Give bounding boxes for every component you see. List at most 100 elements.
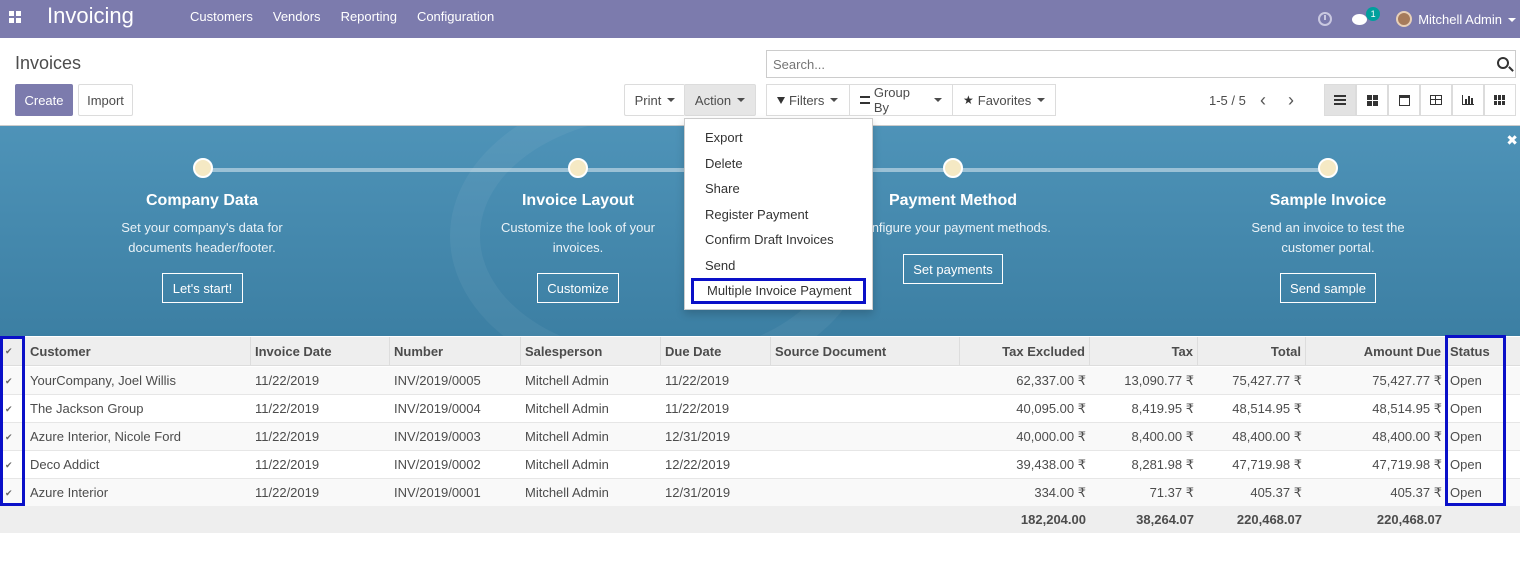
row-checkbox[interactable]: ✔ — [5, 376, 15, 386]
cell-total: 47,719.98 ₹ — [1232, 457, 1302, 472]
set-payments-button[interactable]: Set payments — [903, 254, 1003, 284]
menu-vendors[interactable]: Vendors — [263, 0, 331, 38]
cell-due-date: 12/31/2019 — [665, 429, 731, 444]
import-button[interactable]: Import — [78, 84, 133, 116]
table-row[interactable]: ✔ The Jackson Group 11/22/2019 INV/2019/000… — [0, 395, 1520, 423]
row-checkbox[interactable]: ✔ — [5, 488, 15, 498]
search-icon[interactable] — [1497, 57, 1509, 69]
action-button[interactable]: Action — [684, 84, 756, 116]
app-title: Invoicing — [47, 3, 134, 28]
send-sample-button[interactable]: Send sample — [1280, 273, 1376, 303]
groupby-button[interactable]: Group By — [849, 84, 953, 116]
cell-source-document — [771, 367, 960, 395]
column-status[interactable]: Status — [1446, 337, 1520, 366]
bar-chart-icon — [1462, 95, 1474, 105]
cell-source-document — [771, 423, 960, 451]
column-due-date[interactable]: Due Date — [661, 337, 771, 366]
menu-item-delete[interactable]: Delete — [685, 151, 872, 177]
cell-due-date: 11/22/2019 — [665, 373, 730, 388]
pager-next-icon[interactable]: › — [1288, 90, 1294, 111]
menu-item-multiple-invoice-payment[interactable]: Multiple Invoice Payment — [691, 278, 866, 304]
cell-amount-due: 48,400.00 ₹ — [1372, 429, 1442, 444]
create-button[interactable]: Create — [15, 84, 73, 116]
menu-item-confirm-draft-invoices[interactable]: Confirm Draft Invoices — [685, 227, 872, 253]
cell-customer: Azure Interior — [30, 485, 109, 500]
table-row[interactable]: ✔ Deco Addict 11/22/2019 INV/2019/0002 Mitch… — [0, 451, 1520, 479]
menu-item-register-payment[interactable]: Register Payment — [685, 202, 872, 228]
select-all-checkbox[interactable]: ✔ — [5, 346, 15, 356]
row-checkbox[interactable]: ✔ — [5, 460, 15, 470]
column-amount-due[interactable]: Amount Due — [1306, 337, 1446, 366]
column-tax-excluded[interactable]: Tax Excluded — [960, 337, 1090, 366]
apps-menu-icon[interactable] — [9, 11, 21, 23]
menu-item-send[interactable]: Send — [685, 253, 872, 279]
menu-customers[interactable]: Customers — [180, 0, 263, 38]
activity-clock-icon[interactable] — [1318, 12, 1333, 26]
cell-salesperson: Mitchell Admin — [525, 485, 609, 500]
column-invoice-date[interactable]: Invoice Date — [251, 337, 390, 366]
step-title: Company Data — [145, 192, 259, 209]
pivot-view-icon — [1430, 95, 1442, 105]
column-total[interactable]: Total — [1198, 337, 1306, 366]
user-name: Mitchell Admin — [1418, 11, 1502, 27]
row-checkbox[interactable]: ✔ — [5, 404, 15, 414]
user-menu[interactable]: Mitchell Admin — [1418, 12, 1516, 27]
cell-total: 48,514.95 ₹ — [1232, 401, 1302, 416]
cell-invoice-date: 11/22/2019 — [255, 485, 320, 500]
cell-total: 405.37 ₹ — [1250, 485, 1302, 500]
table-row[interactable]: ✔ YourCompany, Joel Willis 11/22/2019 INV/2… — [0, 367, 1520, 395]
cell-invoice-date: 11/22/2019 — [255, 429, 320, 444]
action-label: Action — [694, 92, 732, 108]
column-salesperson[interactable]: Salesperson — [521, 337, 661, 366]
lets-start-button[interactable]: Let's start! — [162, 273, 243, 303]
cell-status: Open — [1450, 457, 1482, 472]
total-total: 220,468.07 — [1236, 512, 1302, 527]
table-row[interactable]: ✔ Azure Interior 11/22/2019 INV/2019/0001 Mi… — [0, 479, 1520, 507]
favorites-label: Favorites — [977, 92, 1032, 108]
kanban-view-button[interactable] — [1356, 84, 1388, 116]
filters-button[interactable]: Filters — [766, 84, 850, 116]
print-button[interactable]: Print — [624, 84, 685, 116]
column-tax[interactable]: Tax — [1090, 337, 1198, 366]
pager-value[interactable]: 1-5 / 5 — [1209, 93, 1246, 108]
cell-invoice-date: 11/22/2019 — [255, 457, 320, 472]
calendar-view-button[interactable] — [1388, 84, 1420, 116]
grid-view-button[interactable] — [1484, 84, 1516, 116]
cell-status: Open — [1450, 485, 1482, 500]
row-checkbox[interactable]: ✔ — [5, 432, 15, 442]
cell-source-document — [771, 451, 960, 479]
pager-previous-icon[interactable]: ‹ — [1260, 90, 1266, 111]
cell-customer: Azure Interior, Nicole Ford — [30, 429, 182, 444]
cell-status: Open — [1450, 401, 1482, 416]
table-row[interactable]: ✔ Azure Interior, Nicole Ford 11/22/2019 IN… — [0, 423, 1520, 451]
pivot-view-button[interactable] — [1420, 84, 1452, 116]
search-input[interactable] — [767, 51, 1467, 77]
cell-tax: 8,281.98 ₹ — [1131, 457, 1195, 472]
customize-button[interactable]: Customize — [537, 273, 619, 303]
menu-item-share[interactable]: Share — [685, 176, 872, 202]
chat-icon[interactable]: 1 — [1352, 7, 1381, 26]
cell-source-document — [771, 395, 960, 423]
cell-number: INV/2019/0004 — [394, 401, 481, 416]
column-source-document[interactable]: Source Document — [771, 337, 960, 366]
menu-configuration[interactable]: Configuration — [407, 0, 504, 38]
column-number[interactable]: Number — [390, 337, 521, 366]
menu-item-export[interactable]: Export — [685, 125, 872, 151]
favorites-button[interactable]: ★ Favorites — [952, 84, 1056, 116]
chevron-down-icon — [1508, 18, 1516, 23]
close-icon[interactable]: ✖ — [1506, 132, 1518, 149]
avatar[interactable] — [1396, 11, 1413, 27]
cell-customer: YourCompany, Joel Willis — [30, 373, 176, 388]
list-view-button[interactable] — [1324, 84, 1356, 116]
cell-due-date: 12/22/2019 — [665, 457, 731, 472]
cell-total: 75,427.77 ₹ — [1232, 373, 1302, 388]
cell-due-date: 11/22/2019 — [665, 401, 730, 416]
column-customer[interactable]: Customer — [26, 337, 251, 366]
cell-total: 48,400.00 ₹ — [1232, 429, 1302, 444]
cell-invoice-date: 11/22/2019 — [255, 401, 320, 416]
graph-view-button[interactable] — [1452, 84, 1484, 116]
cell-number: INV/2019/0003 — [394, 429, 481, 444]
menu-reporting[interactable]: Reporting — [331, 0, 407, 38]
chevron-down-icon — [737, 98, 746, 102]
total-amount-due: 220,468.07 — [1376, 512, 1442, 527]
